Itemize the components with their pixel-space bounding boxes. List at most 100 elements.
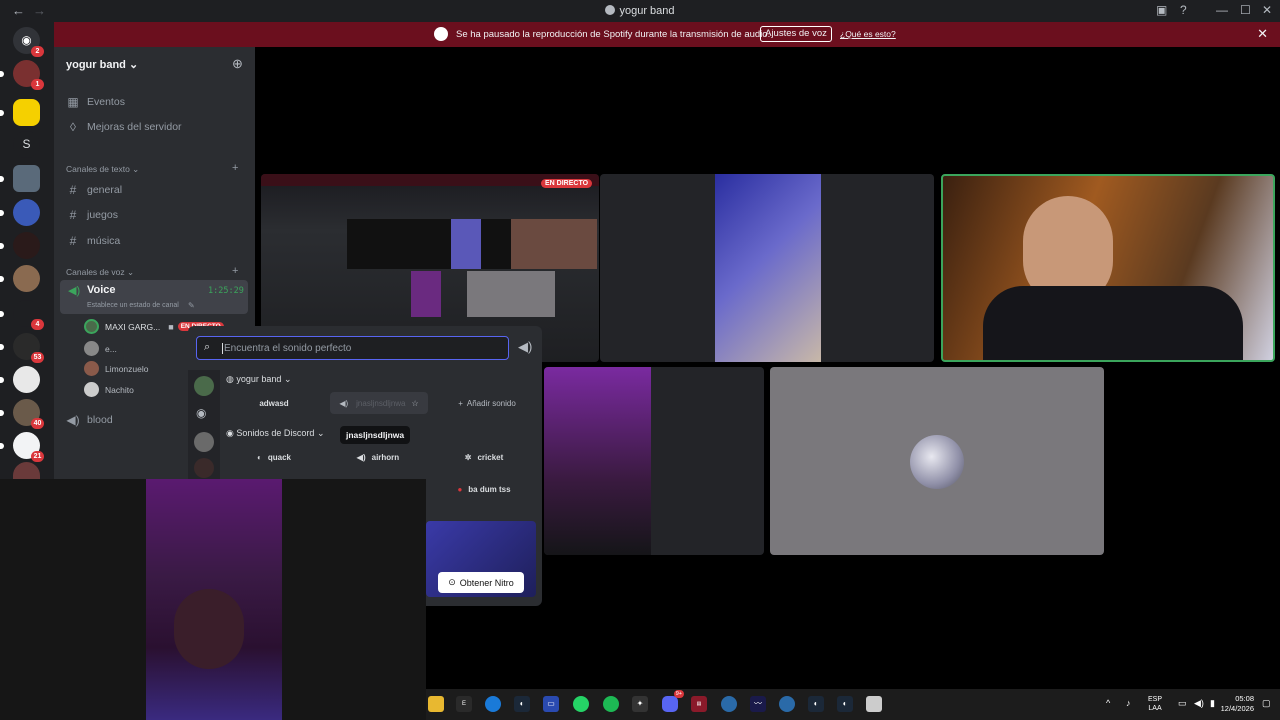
server-icon[interactable] bbox=[0, 265, 40, 292]
sound-label: jnasljnsdljnwa bbox=[356, 398, 406, 408]
star-icon[interactable]: ☆ bbox=[412, 399, 419, 408]
channel-label: música bbox=[87, 235, 121, 247]
app-icon[interactable] bbox=[721, 696, 737, 712]
discord-icon: ◉ bbox=[226, 428, 234, 438]
server-icon[interactable] bbox=[194, 376, 214, 396]
video-tile[interactable] bbox=[544, 367, 764, 555]
server-icon[interactable] bbox=[0, 232, 40, 259]
server-icon[interactable] bbox=[0, 99, 40, 126]
sound-button-hovered[interactable]: ◀) jnasljnsdljnwa ☆ bbox=[330, 392, 428, 414]
app-icon[interactable]: 〰 bbox=[750, 696, 766, 712]
pencil-icon[interactable]: ✎ bbox=[188, 301, 195, 310]
sound-button[interactable]: ✲ cricket bbox=[436, 446, 532, 468]
channel-juegos[interactable]: # juegos bbox=[66, 208, 118, 222]
channel-blood[interactable]: ◀) blood bbox=[66, 413, 112, 427]
text-category[interactable]: Canales de texto ⌄ bbox=[66, 164, 139, 175]
whatsapp-icon[interactable] bbox=[573, 696, 589, 712]
chevron-up-icon[interactable]: ^ bbox=[1106, 698, 1110, 708]
steam-icon[interactable]: ◐ bbox=[808, 696, 824, 712]
server-icon[interactable]: 40 bbox=[0, 399, 44, 429]
voice-user[interactable]: Limonzuelo bbox=[84, 361, 148, 376]
plus-icon: + bbox=[458, 398, 463, 408]
chevron-down-icon: ⌄ bbox=[283, 374, 292, 384]
channel-label: general bbox=[87, 184, 123, 196]
folder-icon[interactable] bbox=[428, 696, 444, 712]
voice-status[interactable]: Establece un estado de canal bbox=[87, 302, 179, 309]
sound-group-header[interactable]: ◍ yogur band ⌄ bbox=[226, 374, 291, 385]
steam-icon[interactable]: ◐ bbox=[514, 696, 530, 712]
close-window-icon[interactable]: ✕ bbox=[1262, 3, 1272, 17]
unread-badge: 40 bbox=[31, 418, 44, 429]
boost-icon: ◊ bbox=[70, 120, 76, 134]
language-indicator[interactable]: ESP LAA bbox=[1148, 695, 1162, 713]
voice-channel-active[interactable]: ◀) Voice 1:25:29 Establece un estado de … bbox=[60, 280, 248, 314]
voice-user-name: MAXI GARG... bbox=[105, 321, 161, 332]
stream-preview-content bbox=[451, 219, 481, 269]
server-icon[interactable]: 1 bbox=[0, 60, 44, 90]
sound-label: airhorn bbox=[371, 452, 400, 462]
sound-button[interactable]: ● ba dum tss bbox=[436, 478, 532, 500]
close-banner-icon[interactable]: ✕ bbox=[1257, 26, 1268, 42]
video-tile-speaking[interactable] bbox=[941, 174, 1275, 362]
server-icon[interactable]: 53 bbox=[0, 333, 44, 363]
voice-user[interactable]: Nachito bbox=[84, 382, 134, 397]
server-header[interactable]: yogur band ⌄ bbox=[66, 58, 138, 71]
sound-search-input[interactable]: ⌕ Encuentra el sonido perfecto bbox=[196, 336, 509, 360]
sound-button[interactable]: ◀) airhorn bbox=[330, 446, 426, 468]
server-icon[interactable] bbox=[0, 165, 40, 192]
app-icon[interactable]: ▭ bbox=[543, 696, 559, 712]
sound-button[interactable]: ◐ quack bbox=[226, 446, 322, 468]
server-icon[interactable] bbox=[13, 462, 40, 480]
events-label: Eventos bbox=[87, 96, 125, 108]
app-icon[interactable] bbox=[866, 696, 882, 712]
sound-group-header[interactable]: ◉ Sonidos de Discord ⌄ bbox=[226, 428, 324, 439]
minimize-icon[interactable]: — bbox=[1216, 3, 1228, 17]
voice-user[interactable]: e... bbox=[84, 341, 117, 356]
video-tile[interactable] bbox=[770, 367, 1104, 555]
channel-musica[interactable]: # música bbox=[66, 234, 121, 248]
events-item[interactable]: ▦ Eventos bbox=[66, 95, 125, 109]
channel-general[interactable]: # general bbox=[66, 183, 122, 197]
server-icon[interactable] bbox=[194, 458, 214, 478]
video-tile[interactable] bbox=[600, 174, 934, 362]
app-icon[interactable]: ▤ bbox=[691, 696, 707, 712]
edge-icon[interactable] bbox=[485, 696, 501, 712]
volume-icon[interactable]: ◀) bbox=[1194, 698, 1204, 709]
microphone-icon[interactable]: ♪ bbox=[1126, 698, 1131, 708]
server-icon[interactable]: 21 bbox=[0, 432, 44, 462]
server-icon[interactable] bbox=[0, 199, 40, 226]
server-icon[interactable] bbox=[194, 432, 214, 452]
server-icon[interactable] bbox=[0, 366, 40, 393]
voice-settings-button[interactable]: Ajustes de voz bbox=[760, 26, 832, 42]
invite-people-icon[interactable]: ⊕ bbox=[232, 56, 243, 72]
voice-category[interactable]: Canales de voz ⌄ bbox=[66, 267, 134, 278]
steam-icon[interactable]: ◐ bbox=[837, 696, 853, 712]
get-nitro-button[interactable]: ⊙ Obtener Nitro bbox=[438, 572, 524, 593]
spotify-icon[interactable] bbox=[603, 696, 619, 712]
epic-games-icon[interactable]: E bbox=[456, 696, 472, 712]
app-icon[interactable]: ✦ bbox=[632, 696, 648, 712]
sound-button[interactable]: adwasd bbox=[226, 392, 322, 414]
discord-home-icon[interactable]: ◉ 2 bbox=[13, 27, 44, 57]
add-sound-button[interactable]: + Añadir sonido bbox=[442, 392, 532, 414]
volume-icon[interactable]: ◀) bbox=[518, 339, 532, 355]
voice-user-name: Limonzuelo bbox=[105, 363, 149, 374]
server-letter-icon[interactable]: S bbox=[13, 131, 40, 158]
unread-badge: 21 bbox=[31, 451, 44, 462]
help-icon[interactable]: ? bbox=[1180, 3, 1187, 17]
server-icon[interactable]: 4 bbox=[0, 300, 44, 330]
boosts-item[interactable]: ◊ Mejoras del servidor bbox=[66, 120, 182, 134]
discord-icon[interactable]: ◉ bbox=[196, 406, 206, 420]
notifications-icon[interactable]: ▢ bbox=[1262, 698, 1271, 709]
inbox-icon[interactable]: ▣ bbox=[1156, 3, 1167, 17]
discord-icon[interactable]: 9+ bbox=[662, 690, 684, 712]
what-is-this-link[interactable]: ¿Qué es esto? bbox=[840, 29, 896, 39]
clock[interactable]: 05:08 12/4/2026 bbox=[1214, 694, 1254, 714]
maximize-icon[interactable]: ☐ bbox=[1240, 3, 1251, 17]
avatar bbox=[84, 382, 99, 397]
app-icon[interactable] bbox=[779, 696, 795, 712]
network-icon[interactable]: ▭ bbox=[1178, 698, 1187, 709]
create-text-channel-icon[interactable]: + bbox=[232, 162, 238, 174]
pip-video[interactable] bbox=[0, 479, 426, 720]
create-voice-channel-icon[interactable]: + bbox=[232, 265, 238, 277]
